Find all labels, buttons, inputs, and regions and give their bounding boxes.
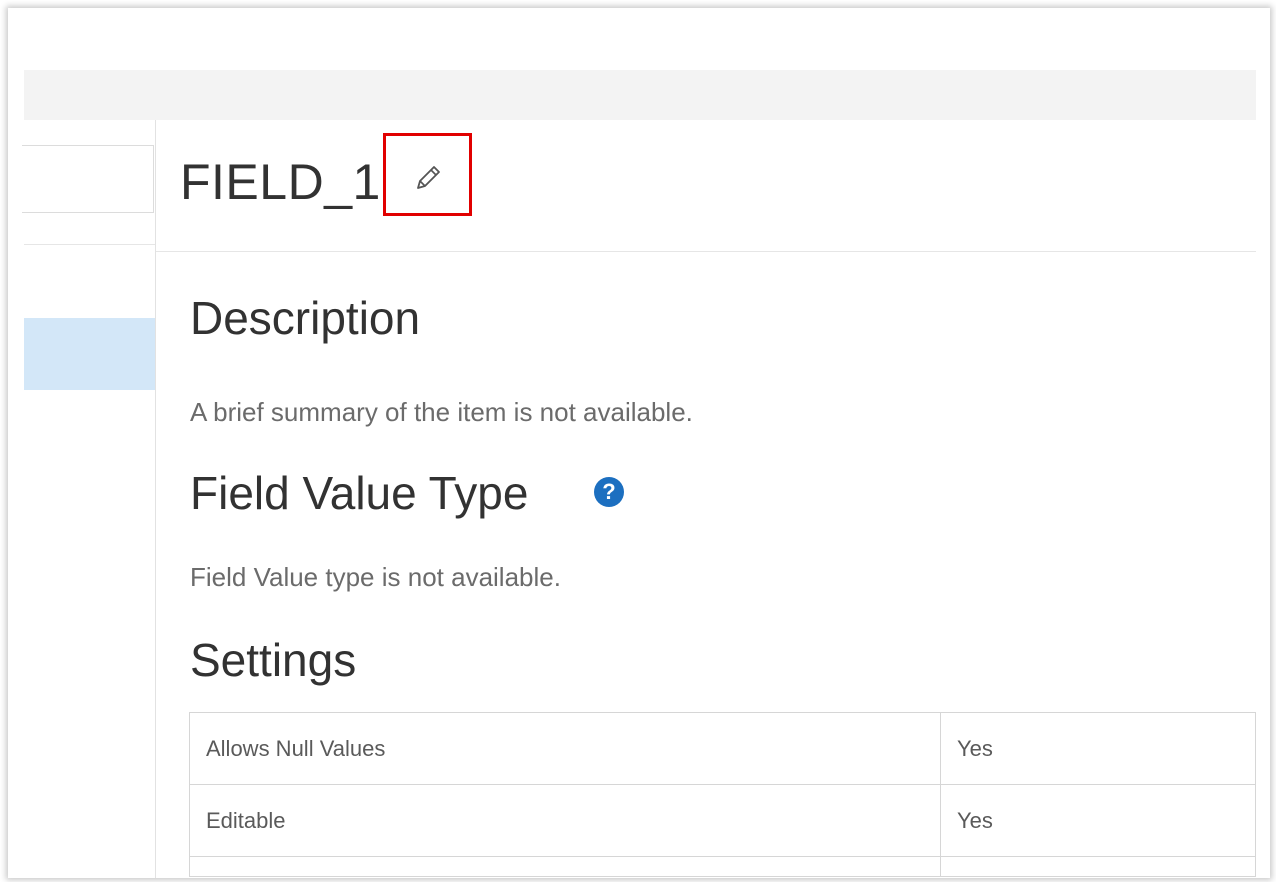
setting-label: Editable bbox=[189, 784, 941, 857]
settings-table: Allows Null Values Yes Editable Yes bbox=[189, 712, 1256, 877]
field-value-type-heading: Field Value Type bbox=[190, 467, 529, 519]
setting-value bbox=[940, 856, 1256, 877]
table-row bbox=[189, 856, 1256, 877]
table-row: Allows Null Values Yes bbox=[189, 712, 1256, 785]
field-details-panel: FIELD_1 Description A brief summary of t… bbox=[156, 120, 1256, 878]
edit-field-name-button[interactable] bbox=[383, 133, 472, 216]
window-frame: FIELD_1 Description A brief summary of t… bbox=[8, 8, 1270, 878]
field-value-type-text: Field Value type is not available. bbox=[190, 562, 561, 592]
help-icon[interactable]: ? bbox=[594, 477, 624, 507]
sidebar-item-selected[interactable] bbox=[24, 318, 155, 390]
search-input[interactable] bbox=[22, 145, 154, 213]
setting-value: Yes bbox=[940, 712, 1256, 785]
sidebar bbox=[22, 120, 155, 878]
header-divider bbox=[156, 251, 1256, 252]
description-heading: Description bbox=[190, 292, 421, 344]
description-text: A brief summary of the item is not avail… bbox=[190, 397, 693, 427]
top-toolbar bbox=[24, 70, 1256, 120]
settings-heading: Settings bbox=[190, 634, 357, 686]
pencil-icon bbox=[417, 166, 440, 189]
setting-label: Allows Null Values bbox=[189, 712, 941, 785]
sidebar-divider bbox=[24, 244, 155, 245]
page-title: FIELD_1 bbox=[180, 154, 381, 210]
setting-value: Yes bbox=[940, 784, 1256, 857]
table-row: Editable Yes bbox=[189, 784, 1256, 857]
setting-label bbox=[189, 856, 941, 877]
